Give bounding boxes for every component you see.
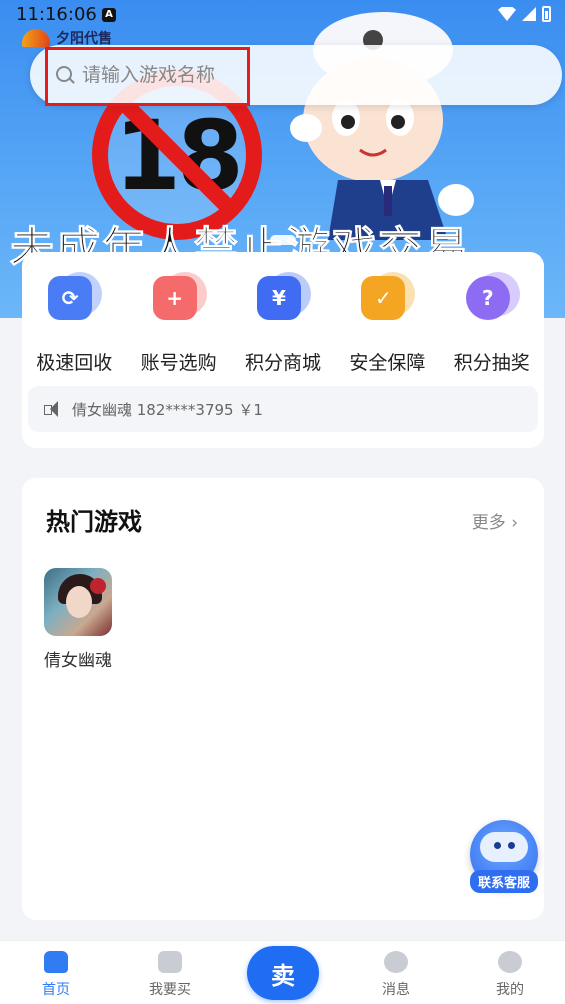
wifi-icon — [498, 7, 516, 21]
tab-home[interactable]: 首页 — [16, 951, 96, 999]
quick-action-security[interactable]: ✓ 安全保障 — [335, 272, 439, 375]
tab-messages[interactable]: 消息 — [356, 951, 436, 999]
tab-profile[interactable]: 我的 — [470, 951, 550, 999]
quick-action-buy-account[interactable]: + 账号选购 — [126, 272, 230, 375]
sell-button[interactable]: 卖 — [247, 946, 319, 1000]
chevron-right-icon: › — [505, 513, 518, 533]
customer-service-label[interactable]: 联系客服 — [470, 870, 538, 893]
recycle-icon: ⟳ — [46, 272, 103, 322]
carousel-indicator — [270, 235, 296, 245]
quick-action-recycle[interactable]: ⟳ 极速回收 — [22, 272, 126, 375]
quick-action-label: 极速回收 — [36, 352, 113, 374]
notice-text: 倩女幽魂 182****3795 ￥1 — [72, 400, 263, 419]
yen-icon: ¥ — [255, 272, 311, 322]
logo-mark-icon — [22, 29, 50, 47]
notification-a-icon: A — [102, 8, 116, 22]
more-label: 更多 — [471, 513, 506, 533]
transaction-notice[interactable]: 倩女幽魂 182****3795 ￥1 — [28, 386, 538, 432]
quick-action-points-lottery[interactable]: ? 积分抽奖 — [440, 272, 544, 375]
cart-icon — [158, 951, 182, 973]
more-link[interactable]: 更多 › — [472, 508, 518, 533]
battery-icon — [542, 6, 551, 22]
profile-icon — [498, 951, 522, 973]
quick-actions-card: ⟳ 极速回收 + 账号选购 ¥ 积分商城 ✓ 安全保障 ? 积分抽奖 倩女幽魂 … — [22, 252, 544, 448]
status-time: 11:16:06 — [16, 4, 97, 25]
tab-buy[interactable]: 我要买 — [130, 951, 210, 999]
question-icon: ? — [464, 272, 520, 322]
game-item[interactable]: 倩女幽魂 — [36, 568, 120, 671]
speaker-icon — [44, 401, 62, 417]
search-highlight-box — [45, 47, 250, 106]
game-thumbnail — [44, 568, 112, 636]
signal-icon — [522, 7, 536, 21]
home-icon — [44, 951, 68, 973]
quick-action-label: 安全保障 — [349, 352, 426, 374]
shield-check-icon: ✓ — [359, 272, 416, 322]
game-name: 倩女幽魂 — [44, 651, 112, 671]
hot-games-card: 热门游戏 更多 › 倩女幽魂 — [22, 478, 544, 920]
message-icon — [384, 951, 408, 973]
gamepad-icon: + — [151, 272, 207, 322]
quick-action-label: 积分商城 — [244, 352, 321, 374]
quick-action-points-mall[interactable]: ¥ 积分商城 — [231, 272, 335, 375]
hot-games-title: 热门游戏 — [46, 508, 142, 536]
quick-action-label: 积分抽奖 — [453, 352, 530, 374]
quick-actions-row: ⟳ 极速回收 + 账号选购 ¥ 积分商城 ✓ 安全保障 ? 积分抽奖 — [22, 272, 544, 375]
quick-action-label: 账号选购 — [140, 352, 217, 374]
